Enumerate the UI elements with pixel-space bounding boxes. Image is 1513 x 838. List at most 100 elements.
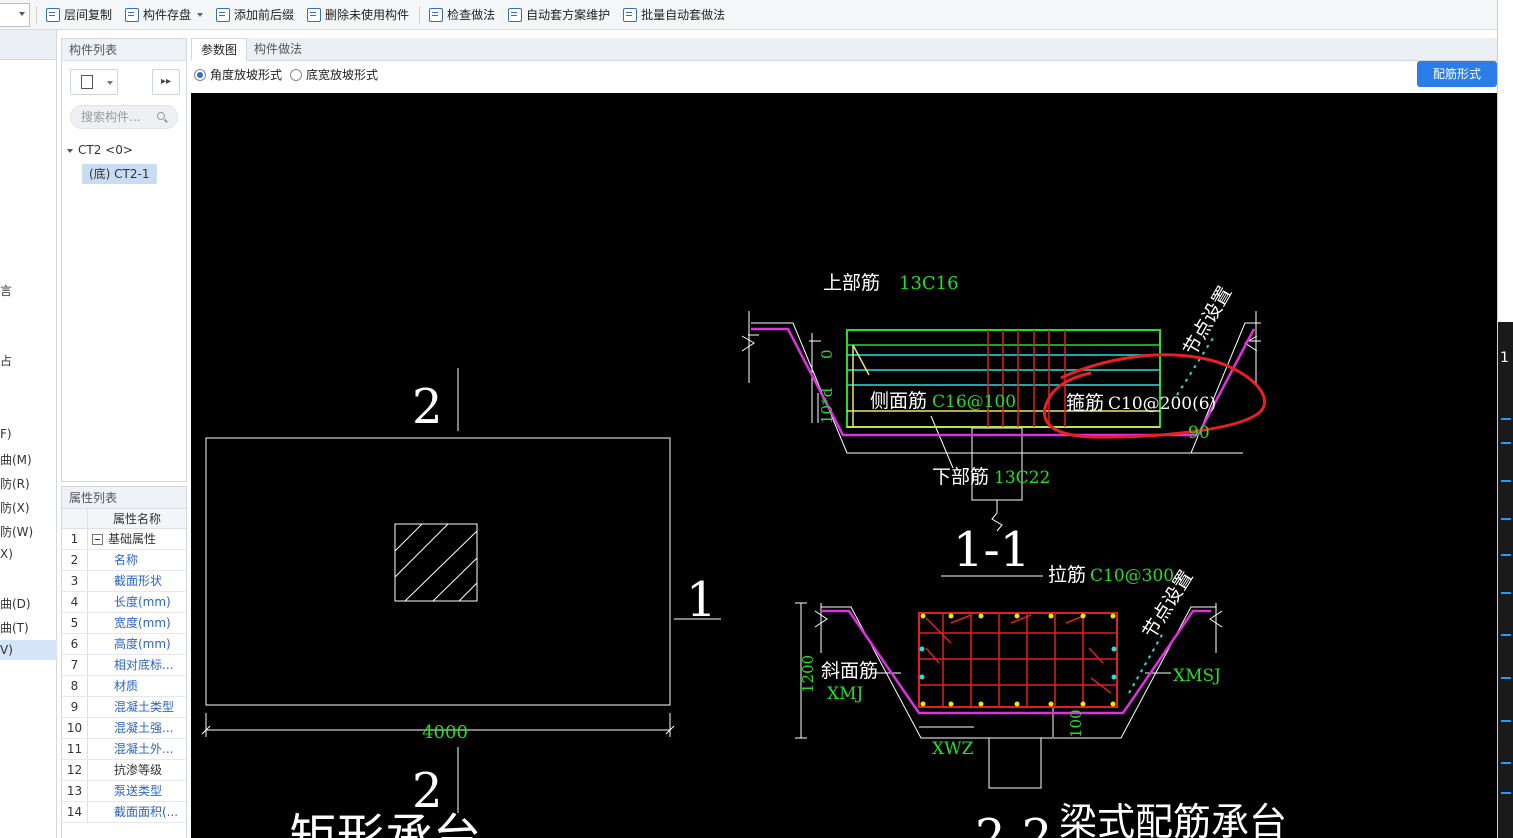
check-icon xyxy=(429,7,444,22)
delete-unused-button[interactable]: 删除未使用构件 xyxy=(303,3,413,27)
plan-section-label-top: 2 xyxy=(412,379,443,435)
property-row[interactable]: 5 宽度(mm) xyxy=(62,613,186,634)
nav-item[interactable]: 曲(M) xyxy=(0,451,32,468)
cad-drawing: 2 2 1 4000 矩形承台 上部筋 13C16 侧面筋 C16@100 箍筋… xyxy=(201,272,1287,838)
property-row-name: 截面形状 xyxy=(114,574,163,588)
prefix-icon xyxy=(216,7,231,22)
expand-triangle-icon[interactable] xyxy=(67,148,73,153)
stirrup-label: 箍筋 xyxy=(1066,392,1104,414)
search-icon[interactable] xyxy=(157,112,165,120)
adjacent-window-label: 1 xyxy=(1500,350,1509,366)
property-row-index: 11 xyxy=(62,739,88,759)
property-row[interactable]: 12 抗渗等级 xyxy=(62,760,186,781)
radio-width-slope[interactable]: 底宽放坡形式 xyxy=(290,67,378,83)
property-row-index: 3 xyxy=(62,571,88,591)
property-row[interactable]: 6 高度(mm) xyxy=(62,634,186,655)
property-row-name: 截面面积(... xyxy=(114,805,179,819)
auto-scheme-button[interactable]: 自动套方案维护 xyxy=(504,3,614,27)
rebar-form-button[interactable]: 配筋形式 xyxy=(1417,61,1497,87)
property-row[interactable]: 3 截面形状 xyxy=(62,571,186,592)
tie-bar-label: 拉筋 xyxy=(1048,564,1086,586)
property-row-index: 2 xyxy=(62,550,88,570)
property-row[interactable]: 14 截面面积(... xyxy=(62,802,186,823)
bottom-bar-value: 13C22 xyxy=(994,468,1050,488)
property-group-label: 基础属性 xyxy=(108,532,157,546)
save-icon xyxy=(125,7,140,22)
property-rows: 1 基础属性 2 名称 3 截面形状 4 长度(mm) 5 宽度(mm) 6 高度(mm) 7 相对底标.… xyxy=(62,529,186,823)
nav-item[interactable]: 言 xyxy=(0,282,12,299)
dim-anchor: 10*d xyxy=(818,387,836,424)
tab-parameter-diagram[interactable]: 参数图 xyxy=(191,38,248,61)
copy-floor-button[interactable]: 层间复制 xyxy=(42,3,116,27)
navigation-pane-header xyxy=(0,30,56,60)
nav-item[interactable]: 占 xyxy=(0,352,12,369)
property-row[interactable]: 2 名称 xyxy=(62,550,186,571)
property-row-name: 名称 xyxy=(114,553,139,567)
property-list-panel: 属性列表 属性名称 1 基础属性 2 名称 3 截面形状 4 长度(mm) 5 宽度(mm) 6 高度… xyxy=(61,486,187,838)
batch-auto-button[interactable]: 批量自动套做法 xyxy=(619,3,729,27)
chevron-down-icon[interactable] xyxy=(197,12,204,17)
property-row[interactable]: 7 相对底标... xyxy=(62,655,186,676)
nav-item[interactable]: X) xyxy=(0,547,13,561)
radio-unchecked-icon[interactable] xyxy=(290,69,302,81)
nav-item[interactable]: 防(W) xyxy=(0,523,33,540)
collapse-icon[interactable] xyxy=(92,534,103,545)
nav-item[interactable]: 曲(T) xyxy=(0,619,29,636)
property-row-name: 长度(mm) xyxy=(114,595,171,609)
property-row[interactable]: 8 材质 xyxy=(62,676,186,697)
property-table-header: 属性名称 xyxy=(62,509,186,529)
property-row-name: 高度(mm) xyxy=(114,637,171,651)
search-input[interactable] xyxy=(71,106,151,128)
side-bar-label: 侧面筋 xyxy=(870,390,927,412)
property-name-header: 属性名称 xyxy=(112,512,161,526)
radio-angle-slope[interactable]: 角度放坡形式 xyxy=(194,67,282,83)
floor-select[interactable] xyxy=(0,2,30,27)
property-row-index: 12 xyxy=(62,760,88,780)
toolbar-divider xyxy=(419,5,421,24)
nav-item[interactable]: 曲(D) xyxy=(0,595,31,612)
property-row-index: 6 xyxy=(62,634,88,654)
double-chevron-right-icon: ▸▸ xyxy=(160,76,172,87)
property-row[interactable]: 1 基础属性 xyxy=(62,529,186,550)
adjacent-window-edge: 1 xyxy=(1497,0,1513,838)
tab-component-method[interactable]: 构件做法 xyxy=(245,38,311,61)
property-row[interactable]: 10 混凝土强... xyxy=(62,718,186,739)
tree-node-ct2[interactable]: CT2 <0> xyxy=(67,143,133,157)
nav-item[interactable]: 防(R) xyxy=(0,475,30,492)
delete-list-icon xyxy=(307,7,322,22)
property-row-index: 9 xyxy=(62,697,88,717)
section-2-2-title: 2-2 xyxy=(975,809,1052,838)
nav-item[interactable]: 防(X) xyxy=(0,499,30,516)
index-header xyxy=(62,509,88,528)
component-tools: ▸▸ xyxy=(70,69,180,95)
drawing-caption: 梁式配筋承台 xyxy=(1059,800,1287,838)
property-row-name: 宽度(mm) xyxy=(114,616,171,630)
new-component-button[interactable] xyxy=(70,69,118,95)
copy-icon xyxy=(46,7,60,22)
property-row[interactable]: 11 混凝土外... xyxy=(62,739,186,760)
tree-node-ct2-1[interactable]: (底) CT2-1 xyxy=(82,164,157,184)
nav-item[interactable]: F) xyxy=(0,427,12,441)
slope-mode-bar: 角度放坡形式 底宽放坡形式 配筋形式 xyxy=(191,61,1497,93)
parameter-diagram-canvas[interactable]: 2 2 1 4000 矩形承台 上部筋 13C16 侧面筋 C16@100 箍筋… xyxy=(191,93,1497,838)
property-row[interactable]: 13 泵送类型 xyxy=(62,781,186,802)
radio-width-slope-label: 底宽放坡形式 xyxy=(306,68,379,82)
check-method-button[interactable]: 检查做法 xyxy=(425,3,499,27)
property-row[interactable]: 9 混凝土类型 xyxy=(62,697,186,718)
add-prefix-suffix-button[interactable]: 添加前后缀 xyxy=(212,3,298,27)
radio-angle-slope-label: 角度放坡形式 xyxy=(210,68,283,82)
save-component-button[interactable]: 构件存盘 xyxy=(121,3,207,27)
nav-item-selected[interactable]: V) xyxy=(0,640,57,660)
section-1-1-title: 1-1 xyxy=(953,522,1030,578)
adjacent-window-drawing xyxy=(1498,322,1513,838)
property-row-name: 抗渗等级 xyxy=(114,763,163,777)
more-tools-button[interactable]: ▸▸ xyxy=(152,69,180,95)
property-row[interactable]: 4 长度(mm) xyxy=(62,592,186,613)
radio-checked-icon[interactable] xyxy=(194,69,206,81)
top-bar-label: 上部筋 xyxy=(823,272,880,294)
property-row-name: 混凝土强... xyxy=(114,721,174,735)
component-list-title: 构件列表 xyxy=(62,39,186,61)
xmsj-label: XMSJ xyxy=(1173,666,1221,686)
angle-value: 90 xyxy=(1188,423,1210,443)
component-search[interactable] xyxy=(70,105,178,129)
